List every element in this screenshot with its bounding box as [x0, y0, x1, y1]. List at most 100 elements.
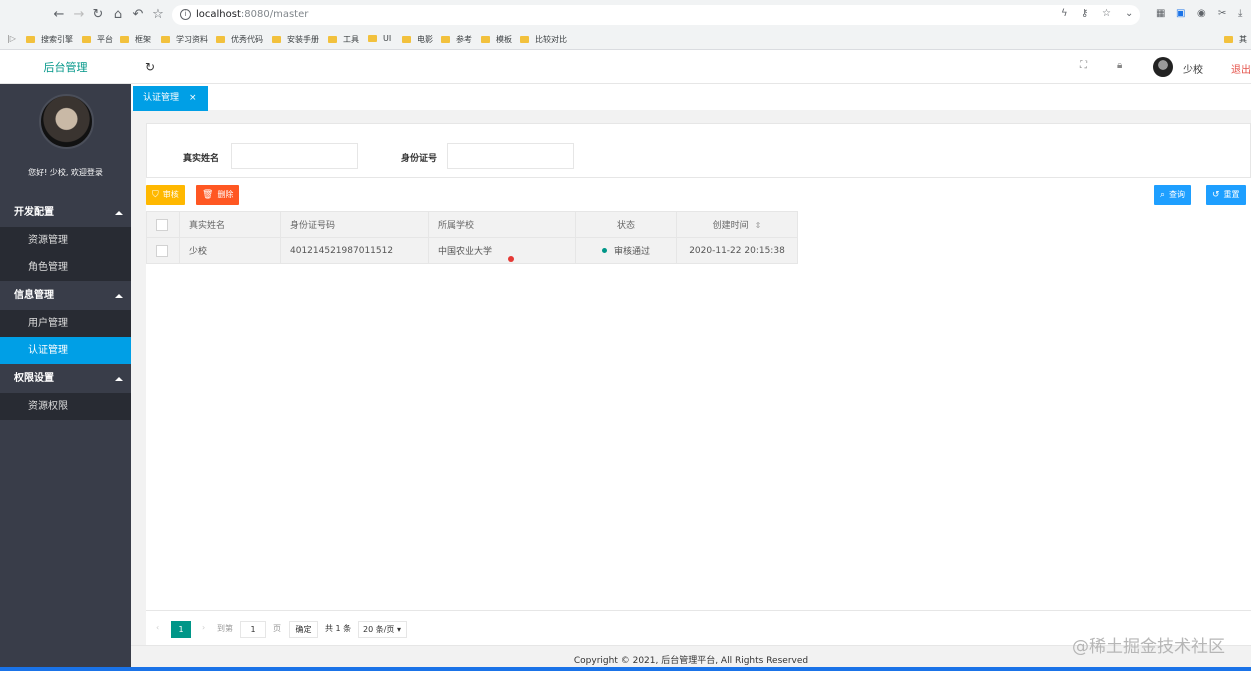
sidebar-group-permissions[interactable]: 权限设置: [0, 365, 131, 393]
select-all-cell: [146, 211, 180, 238]
folder-icon: [82, 36, 91, 43]
trash-icon: 🗑︎: [202, 190, 214, 200]
forward-icon[interactable]: →: [72, 8, 86, 22]
page-unit-label: 页: [273, 624, 281, 633]
search-form: 真实姓名 身份证号: [146, 123, 1251, 178]
total-count: 共 1 条: [325, 624, 352, 633]
download-icon[interactable]: ⤓: [1238, 8, 1242, 19]
folder-icon: [26, 36, 35, 43]
folder-icon: [272, 36, 281, 43]
shield-check-icon: ⛉: [152, 190, 159, 200]
sidebar-group-dev-config[interactable]: 开发配置: [0, 199, 131, 227]
address-bar[interactable]: i localhost:8080/master: [172, 5, 1140, 25]
dropdown-icon[interactable]: ⌄: [1125, 8, 1133, 19]
folder-icon: [161, 36, 170, 43]
row-checkbox[interactable]: [156, 244, 168, 257]
goto-page-input[interactable]: 1: [240, 621, 266, 638]
sidebar-group-info-management[interactable]: 信息管理: [0, 282, 131, 310]
sidebar-item-certification-management[interactable]: 认证管理: [0, 337, 131, 364]
reset-button[interactable]: ↺ 重置: [1206, 185, 1246, 205]
tab-label: 认证管理: [143, 93, 180, 103]
sidebar-item-resource-permissions[interactable]: 资源权限: [0, 393, 131, 420]
bookmark-star-icon[interactable]: ☆: [1102, 8, 1111, 19]
certification-table: 真实姓名 身份证号码 所属学校 状态 创建时间 ⇕ 少校 401214521987…: [146, 211, 798, 264]
id-number-label: 身份证号: [401, 154, 438, 164]
broadcast-icon[interactable]: ◉: [1197, 8, 1206, 19]
id-number-input[interactable]: [447, 143, 574, 169]
app-logo[interactable]: 后台管理: [0, 51, 131, 84]
column-header-created[interactable]: 创建时间 ⇕: [676, 211, 798, 238]
next-page-icon[interactable]: ›: [202, 623, 205, 632]
folder-icon: [120, 36, 129, 43]
delete-button[interactable]: 🗑︎ 删除: [196, 185, 240, 205]
bookmark-item[interactable]: 搜索引擎: [26, 34, 73, 45]
real-name-input[interactable]: [231, 143, 358, 169]
folder-icon: [216, 36, 225, 43]
goto-confirm-button[interactable]: 确定: [289, 621, 318, 638]
tab-strip: 认证管理 ×: [131, 84, 1251, 112]
sidebar-item-resource-management[interactable]: 资源管理: [0, 227, 131, 254]
back-icon[interactable]: ←: [52, 8, 66, 22]
star-icon[interactable]: ☆: [151, 8, 165, 22]
folder-icon: [520, 36, 529, 43]
bookmark-item[interactable]: 其: [1224, 34, 1247, 45]
group-label: 开发配置: [14, 207, 54, 218]
bookmark-item[interactable]: 比较对比: [520, 34, 567, 45]
reload-icon[interactable]: ↻: [91, 8, 105, 22]
undo-icon[interactable]: ↶: [131, 8, 145, 22]
content-area: 真实姓名 身份证号 ⛉ 审核 🗑︎ 删除 ⌕ 查询 ↺ 重置 真实姓名 身份证号码 所属…: [131, 112, 1251, 645]
info-icon[interactable]: i: [180, 9, 191, 20]
scissors-icon[interactable]: ✂: [1218, 8, 1226, 19]
select-all-checkbox[interactable]: [156, 218, 168, 231]
extension-icon[interactable]: ▣: [1176, 8, 1185, 19]
column-header-status: 状态: [575, 211, 677, 238]
close-icon[interactable]: ×: [189, 86, 197, 111]
browser-chrome: ← → ↻ ⌂ ↶ ☆ i localhost:8080/master ϟ ⚷ …: [0, 0, 1251, 50]
table-row[interactable]: 少校 401214521987011512 中国农业大学 审核通过 2020-1…: [146, 237, 798, 264]
profile-avatar: [39, 94, 94, 149]
bookmark-item[interactable]: 工具: [328, 34, 359, 45]
bookmark-item[interactable]: UI: [368, 34, 391, 43]
bookmark-item[interactable]: 模板: [481, 34, 512, 45]
url-text: localhost:8080/master: [196, 9, 309, 20]
page-size-select[interactable]: 20 条/页 ▾: [358, 621, 407, 638]
username[interactable]: 少校: [1183, 61, 1203, 76]
bookmark-item[interactable]: 安装手册: [272, 34, 319, 45]
folder-icon: [402, 36, 411, 43]
search-icon: ⌕: [1160, 190, 1166, 200]
bookmark-item[interactable]: 学习资料: [161, 34, 208, 45]
column-header-real-name: 真实姓名: [179, 211, 281, 238]
logout-link[interactable]: 退出: [1231, 61, 1251, 76]
sidebar-item-role-management[interactable]: 角色管理: [0, 254, 131, 281]
caret-up-icon: [115, 377, 123, 381]
welcome-text: 您好! 少校, 欢迎登录: [28, 168, 103, 177]
approve-button[interactable]: ⛉ 审核: [146, 185, 185, 205]
key-icon[interactable]: ⚷: [1081, 8, 1088, 19]
caret-up-icon: [115, 211, 123, 215]
prev-page-icon[interactable]: ‹: [156, 623, 159, 632]
current-page[interactable]: 1: [171, 621, 191, 638]
fullscreen-icon[interactable]: ⛶: [1080, 60, 1087, 71]
lock-icon[interactable]: 🔒︎: [1117, 60, 1122, 71]
folder-icon: [328, 36, 337, 43]
goto-label: 到第: [217, 624, 233, 633]
group-label: 权限设置: [14, 373, 54, 384]
lightning-icon[interactable]: ϟ: [1061, 8, 1068, 19]
status-dot-icon: [601, 248, 607, 253]
bookmark-item[interactable]: 优秀代码: [216, 34, 263, 45]
query-button[interactable]: ⌕ 查询: [1154, 185, 1192, 205]
column-header-school: 所属学校: [428, 211, 576, 238]
bookmarks-toggle-icon[interactable]: |▷: [7, 34, 16, 43]
avatar[interactable]: [1153, 57, 1173, 77]
bookmark-item[interactable]: 框架: [120, 34, 151, 45]
refresh-icon[interactable]: ↻: [145, 60, 155, 74]
sidebar-item-user-management[interactable]: 用户管理: [0, 310, 131, 337]
grid-icon[interactable]: ▦: [1156, 8, 1165, 19]
home-icon[interactable]: ⌂: [111, 8, 125, 22]
sort-icon[interactable]: ⇕: [755, 221, 762, 230]
tab-certification-management[interactable]: 认证管理 ×: [133, 86, 208, 111]
bookmark-item[interactable]: 参考: [441, 34, 472, 45]
reset-icon: ↺: [1212, 190, 1220, 200]
bookmark-item[interactable]: 电影: [402, 34, 433, 45]
bookmark-item[interactable]: 平台: [82, 34, 113, 45]
